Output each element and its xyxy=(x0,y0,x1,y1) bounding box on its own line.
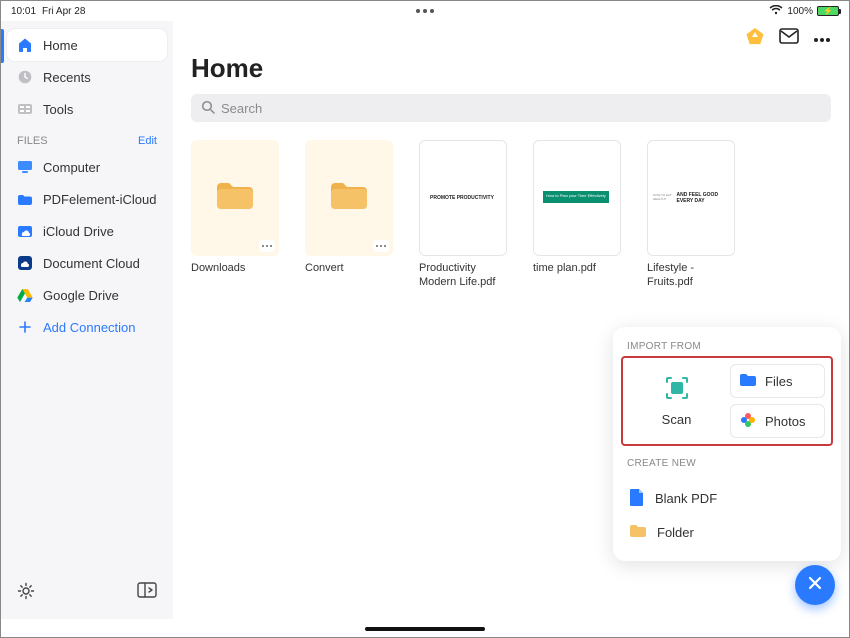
clock-icon xyxy=(17,69,33,85)
battery-percent: 100% xyxy=(787,6,813,17)
scan-label: Scan xyxy=(662,412,692,427)
document-cloud-icon xyxy=(17,255,33,271)
icloud-folder-icon xyxy=(17,191,33,207)
multitask-dots[interactable] xyxy=(416,9,434,13)
google-drive-icon xyxy=(17,287,33,303)
grid-item-folder[interactable]: Convert xyxy=(305,140,393,290)
photos-label: Photos xyxy=(765,414,805,429)
doc-headline: PROMOTE PRODUCTIVITY xyxy=(430,195,494,201)
status-date: Fri Apr 28 xyxy=(42,6,85,17)
doc-headline: AND FEEL GOOD EVERY DAY xyxy=(676,192,727,204)
tools-icon xyxy=(17,101,33,117)
computer-icon xyxy=(17,159,33,175)
close-icon xyxy=(807,575,823,596)
sidebar-item-label: Google Drive xyxy=(43,288,119,303)
create-new-label: CREATE NEW xyxy=(621,454,833,473)
plus-icon xyxy=(17,319,33,335)
status-bar: 10:01 Fri Apr 28 100% ⚡ xyxy=(1,1,849,21)
folder-icon xyxy=(215,179,255,218)
item-more-icon[interactable] xyxy=(373,240,389,252)
battery-icon: ⚡ xyxy=(817,6,839,16)
blank-pdf-label: Blank PDF xyxy=(655,491,717,506)
sidebar-item-recents[interactable]: Recents xyxy=(7,61,167,93)
file-grid: Downloads Convert PROMOTE PRODUCTIVITY xyxy=(191,140,831,290)
page-title: Home xyxy=(191,53,831,84)
blank-pdf-icon xyxy=(629,488,645,509)
sidebar-item-label: Document Cloud xyxy=(43,256,140,271)
import-from-label: IMPORT FROM xyxy=(621,337,833,356)
sidebar-item-label: Add Connection xyxy=(43,320,136,335)
sidebar-item-label: Home xyxy=(43,38,78,53)
folder-icon xyxy=(329,179,369,218)
grid-item-document[interactable]: HOW TO EAT HEALTHY AND FEEL GOOD EVERY D… xyxy=(647,140,735,290)
sidebar-item-google-drive[interactable]: Google Drive xyxy=(7,279,167,311)
item-label: Convert xyxy=(305,262,393,276)
search-placeholder: Search xyxy=(221,101,262,116)
sidebar: Home Recents Tools FILES Edit Computer xyxy=(1,21,173,619)
scan-button[interactable]: Scan xyxy=(629,364,724,438)
sidebar-item-label: PDFelement-iCloud xyxy=(43,192,156,207)
main-content: Home Search Downloads xyxy=(173,21,849,619)
files-label: Files xyxy=(765,374,792,389)
icloud-drive-icon xyxy=(17,223,33,239)
more-icon[interactable] xyxy=(813,30,831,48)
sidebar-item-computer[interactable]: Computer xyxy=(7,151,167,183)
blank-pdf-button[interactable]: Blank PDF xyxy=(621,481,833,515)
sidebar-item-home[interactable]: Home xyxy=(7,29,167,61)
files-section-label: FILES xyxy=(17,135,48,147)
scan-icon xyxy=(664,375,690,406)
folder-icon xyxy=(629,523,647,541)
sidebar-item-pdfelement-icloud[interactable]: PDFelement-iCloud xyxy=(7,183,167,215)
import-create-popup: IMPORT FROM Scan Files xyxy=(613,327,841,561)
item-label: Lifestyle - Fruits.pdf xyxy=(647,262,735,290)
item-label: time plan.pdf xyxy=(533,262,621,276)
new-folder-label: Folder xyxy=(657,525,694,540)
status-time: 10:01 xyxy=(11,6,36,17)
grid-item-document[interactable]: PROMOTE PRODUCTIVITY Productivity Modern… xyxy=(419,140,507,290)
files-folder-icon xyxy=(739,372,757,390)
photos-button[interactable]: Photos xyxy=(730,404,825,438)
files-button[interactable]: Files xyxy=(730,364,825,398)
settings-icon[interactable] xyxy=(17,582,35,605)
close-fab[interactable] xyxy=(795,565,835,605)
item-label: Productivity Modern Life.pdf xyxy=(419,262,507,290)
layout-toggle-icon[interactable] xyxy=(137,582,157,605)
mail-icon[interactable] xyxy=(779,28,799,49)
item-label: Downloads xyxy=(191,262,279,276)
add-connection-button[interactable]: Add Connection xyxy=(7,311,167,343)
doc-headline: How to Plan your Time Effectively xyxy=(543,191,609,203)
home-indicator[interactable] xyxy=(365,627,485,631)
sidebar-item-tools[interactable]: Tools xyxy=(7,93,167,125)
sidebar-item-document-cloud[interactable]: Document Cloud xyxy=(7,247,167,279)
sidebar-item-label: iCloud Drive xyxy=(43,224,114,239)
edit-button[interactable]: Edit xyxy=(138,135,157,147)
photos-icon xyxy=(739,411,757,432)
home-icon xyxy=(17,37,33,53)
import-highlight-box: Scan Files Photos xyxy=(621,356,833,446)
sidebar-item-icloud-drive[interactable]: iCloud Drive xyxy=(7,215,167,247)
new-folder-button[interactable]: Folder xyxy=(621,515,833,549)
active-indicator xyxy=(1,29,4,63)
sidebar-item-label: Computer xyxy=(43,160,100,175)
search-input[interactable]: Search xyxy=(191,94,831,122)
grid-item-folder[interactable]: Downloads xyxy=(191,140,279,290)
search-icon xyxy=(201,100,215,117)
sidebar-item-label: Recents xyxy=(43,70,91,85)
premium-icon[interactable] xyxy=(745,27,765,50)
grid-item-document[interactable]: How to Plan your Time Effectively time p… xyxy=(533,140,621,290)
item-more-icon[interactable] xyxy=(259,240,275,252)
sidebar-item-label: Tools xyxy=(43,102,73,117)
wifi-icon xyxy=(769,5,783,18)
